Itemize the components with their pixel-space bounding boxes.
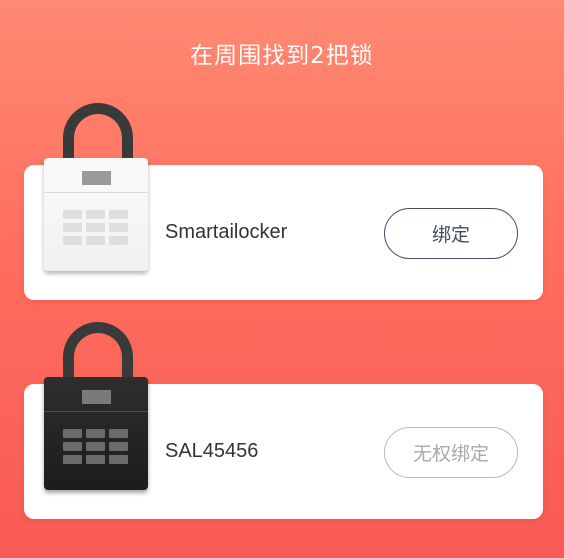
keypad-key [109, 455, 128, 464]
device-name: SAL45456 [165, 440, 259, 462]
keypad-key [63, 442, 82, 451]
keypad-key [86, 455, 105, 464]
keypad-key [63, 223, 82, 232]
keypad-key [109, 429, 128, 438]
keypad-key [109, 223, 128, 232]
keypad-key [63, 236, 82, 245]
device-name: Smartailocker [165, 221, 288, 243]
keypad-key [109, 210, 128, 219]
bind-button[interactable]: 绑定 [384, 208, 518, 259]
no-permission-bind-button[interactable]: 无权绑定 [384, 427, 518, 478]
lock-body [44, 377, 148, 490]
keypad-key [86, 210, 105, 219]
keypad-key [86, 429, 105, 438]
page-title: 在周围找到2把锁 [190, 43, 374, 69]
lock-screen [82, 390, 111, 404]
keypad-key [109, 442, 128, 451]
lock-divider [44, 411, 148, 412]
lock-keypad [63, 429, 129, 464]
keypad-key [63, 455, 82, 464]
keypad-key [86, 442, 105, 451]
lock-divider [44, 192, 148, 193]
keypad-key [86, 236, 105, 245]
padlock-white-icon [44, 103, 148, 271]
padlock-black-icon [44, 322, 148, 490]
lock-keypad [63, 210, 129, 245]
keypad-key [63, 210, 82, 219]
lock-body [44, 158, 148, 271]
lock-screen [82, 171, 111, 185]
keypad-key [86, 223, 105, 232]
keypad-key [109, 236, 128, 245]
keypad-key [63, 429, 82, 438]
